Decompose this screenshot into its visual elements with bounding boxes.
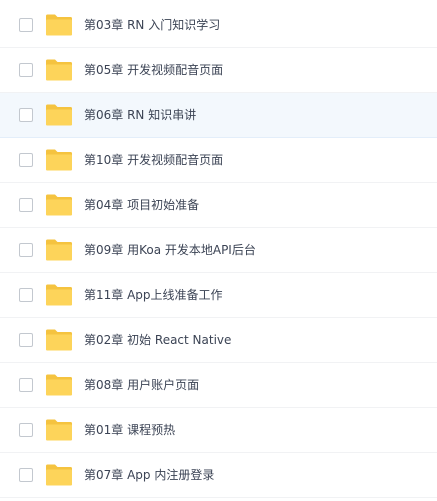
row-checkbox[interactable] — [19, 288, 33, 302]
row-checkbox[interactable] — [19, 198, 33, 212]
file-name[interactable]: 第09章 用Koa 开发本地API后台 — [84, 242, 256, 258]
file-row[interactable]: 第09章 用Koa 开发本地API后台 — [0, 228, 437, 273]
file-name[interactable]: 第04章 项目初始准备 — [84, 197, 199, 213]
file-row[interactable]: 第04章 项目初始准备 — [0, 183, 437, 228]
file-name[interactable]: 第03章 RN 入门知识学习 — [84, 17, 220, 33]
file-row[interactable]: 第01章 课程预热 — [0, 408, 437, 453]
file-row[interactable]: 第10章 开发视频配音页面 — [0, 138, 437, 183]
folder-icon[interactable] — [45, 104, 73, 126]
row-checkbox[interactable] — [19, 18, 33, 32]
folder-icon[interactable] — [45, 374, 73, 396]
row-checkbox[interactable] — [19, 63, 33, 77]
file-name[interactable]: 第05章 开发视频配音页面 — [84, 62, 223, 78]
row-checkbox[interactable] — [19, 243, 33, 257]
file-row[interactable]: 第06章 RN 知识串讲 — [0, 93, 437, 138]
file-list: 第03章 RN 入门知识学习 第05章 开发视频配音页面 第06章 RN 知识串讲第… — [0, 0, 437, 501]
file-row[interactable]: 第11章 App上线准备工作 — [0, 273, 437, 318]
file-row[interactable]: 第05章 开发视频配音页面 — [0, 48, 437, 93]
row-checkbox[interactable] — [19, 423, 33, 437]
file-name[interactable]: 第01章 课程预热 — [84, 422, 175, 438]
file-name[interactable]: 第02章 初始 React Native — [84, 332, 231, 348]
folder-icon[interactable] — [45, 149, 73, 171]
folder-icon[interactable] — [45, 464, 73, 486]
folder-icon[interactable] — [45, 14, 73, 36]
row-checkbox[interactable] — [19, 153, 33, 167]
file-name[interactable]: 第07章 App 内注册登录 — [84, 467, 214, 483]
file-row[interactable]: 第08章 用户账户页面 — [0, 363, 437, 408]
file-name[interactable]: 第08章 用户账户页面 — [84, 377, 199, 393]
file-row[interactable]: 第07章 App 内注册登录 — [0, 453, 437, 498]
folder-icon[interactable] — [45, 329, 73, 351]
file-row[interactable]: 第03章 RN 入门知识学习 — [0, 3, 437, 48]
file-name[interactable]: 第11章 App上线准备工作 — [84, 287, 223, 303]
row-checkbox[interactable] — [19, 333, 33, 347]
folder-icon[interactable] — [45, 284, 73, 306]
folder-icon[interactable] — [45, 239, 73, 261]
row-checkbox[interactable] — [19, 108, 33, 122]
row-checkbox[interactable] — [19, 468, 33, 482]
file-row[interactable]: 第02章 初始 React Native — [0, 318, 437, 363]
file-name[interactable]: 第06章 RN 知识串讲 — [84, 107, 196, 123]
row-checkbox[interactable] — [19, 378, 33, 392]
file-name[interactable]: 第10章 开发视频配音页面 — [84, 152, 223, 168]
folder-icon[interactable] — [45, 194, 73, 216]
folder-icon[interactable] — [45, 59, 73, 81]
folder-icon[interactable] — [45, 419, 73, 441]
